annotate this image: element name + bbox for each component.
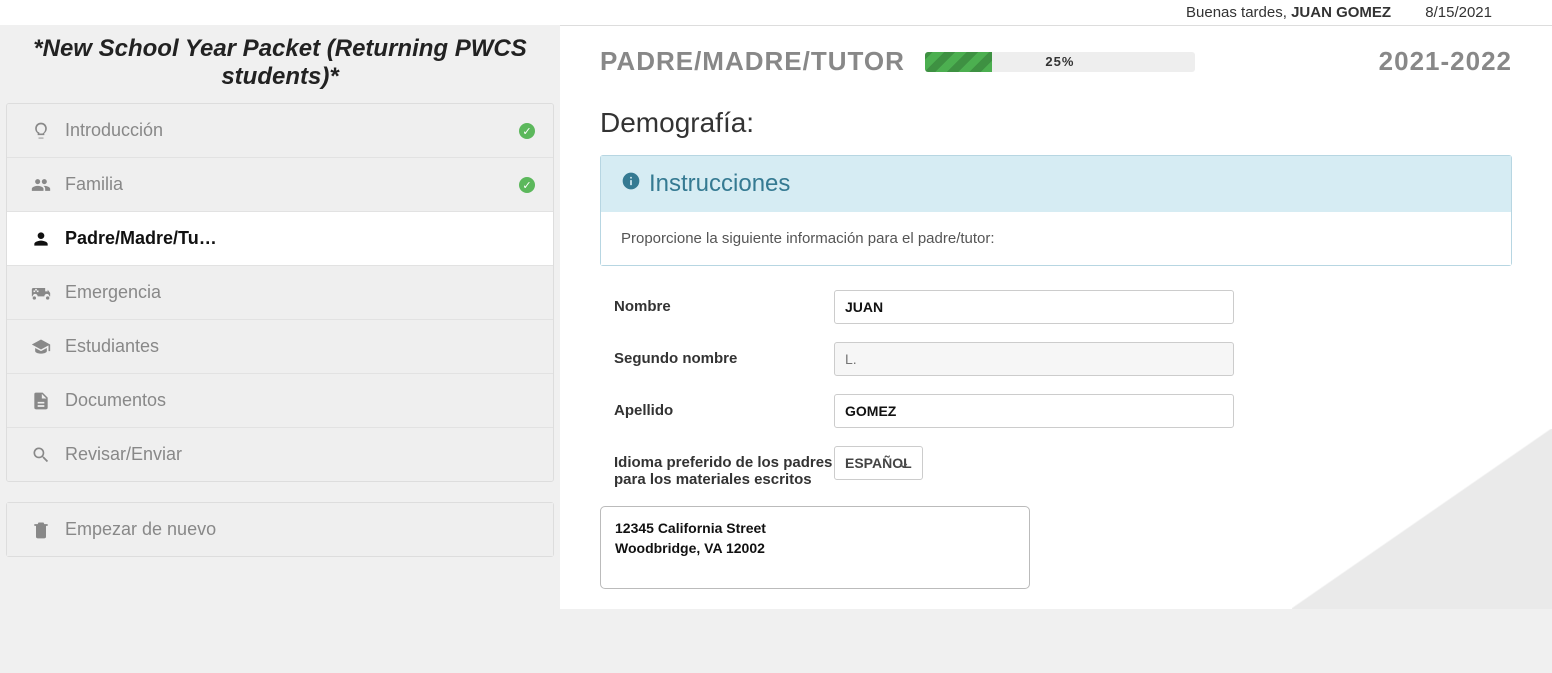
page-title: PADRE/MADRE/TUTOR (600, 46, 905, 77)
address-line1: 12345 California Street (615, 519, 1015, 539)
nombre-input[interactable] (834, 290, 1234, 324)
sidebar-title: *New School Year Packet (Returning PWCS … (0, 25, 560, 103)
sidebar-item-estudiantes[interactable]: Estudiantes (7, 320, 553, 374)
address-box[interactable]: 12345 California Street Woodbridge, VA 1… (600, 506, 1030, 589)
top-banner: Buenas tardes, JUAN GOMEZ 8/15/2021 (0, 0, 1552, 25)
segundo-label: Segundo nombre (614, 342, 834, 367)
year-label: 2021-2022 (1379, 46, 1512, 77)
users-icon (27, 175, 55, 195)
ambulance-icon (27, 283, 55, 303)
apellido-label: Apellido (614, 394, 834, 419)
sidebar-item-introduccion[interactable]: Introducción ✓ (7, 104, 553, 158)
restart-box: Empezar de nuevo (6, 502, 554, 557)
nombre-label: Nombre (614, 290, 834, 315)
progress-label: 25% (925, 52, 1195, 72)
idioma-select[interactable]: ESPAÑOL (834, 446, 923, 480)
restart-label: Empezar de nuevo (65, 519, 216, 540)
sidebar-item-label: Estudiantes (65, 336, 159, 357)
instructions-body: Proporcione la siguiente información par… (601, 212, 1511, 265)
apellido-input[interactable] (834, 394, 1234, 428)
person-icon (27, 229, 55, 249)
check-icon: ✓ (519, 122, 535, 140)
instructions-panel: Instrucciones Proporcione la siguiente i… (600, 155, 1512, 266)
gradcap-icon (27, 337, 55, 357)
search-icon (27, 445, 55, 465)
sidebar-item-label: Emergencia (65, 282, 161, 303)
section-title: Demografía: (600, 107, 1512, 139)
idioma-label: Idioma preferido de los padres para los … (614, 446, 834, 488)
progress-bar: 25% (925, 52, 1195, 72)
sidebar-item-label: Padre/Madre/Tu… (65, 228, 217, 249)
nav-list: Introducción ✓ Familia ✓ Padre/Madre/Tu… (6, 103, 554, 482)
sidebar-item-emergencia[interactable]: Emergencia (7, 266, 553, 320)
sidebar-item-familia[interactable]: Familia ✓ (7, 158, 553, 212)
sidebar-item-documentos[interactable]: Documentos (7, 374, 553, 428)
check-icon: ✓ (519, 176, 535, 194)
restart-button[interactable]: Empezar de nuevo (7, 503, 553, 556)
sidebar-item-revisar[interactable]: Revisar/Enviar (7, 428, 553, 481)
address-line2: Woodbridge, VA 12002 (615, 539, 1015, 559)
doc-icon (27, 391, 55, 411)
username-text: JUAN GOMEZ (1291, 4, 1391, 21)
sidebar-item-label: Introducción (65, 120, 163, 141)
sidebar-item-label: Revisar/Enviar (65, 444, 182, 465)
sidebar: *New School Year Packet (Returning PWCS … (0, 25, 560, 609)
instructions-header: Instrucciones (601, 156, 1511, 212)
instructions-title: Instrucciones (649, 170, 790, 198)
sidebar-item-label: Documentos (65, 390, 166, 411)
greeting-text: Buenas tardes, (1186, 4, 1287, 21)
main-header: PADRE/MADRE/TUTOR 25% 2021-2022 (600, 46, 1512, 77)
lightbulb-icon (27, 121, 55, 141)
info-icon (621, 170, 641, 198)
form: Nombre Segundo nombre Apellido Idioma pr… (600, 290, 1512, 488)
main-panel: PADRE/MADRE/TUTOR 25% 2021-2022 Demograf… (560, 25, 1552, 609)
sidebar-item-label: Familia (65, 174, 123, 195)
date-text: 8/15/2021 (1425, 4, 1492, 21)
trash-icon (27, 520, 55, 540)
segundo-input[interactable] (834, 342, 1234, 376)
sidebar-item-padre[interactable]: Padre/Madre/Tu… (7, 212, 553, 266)
